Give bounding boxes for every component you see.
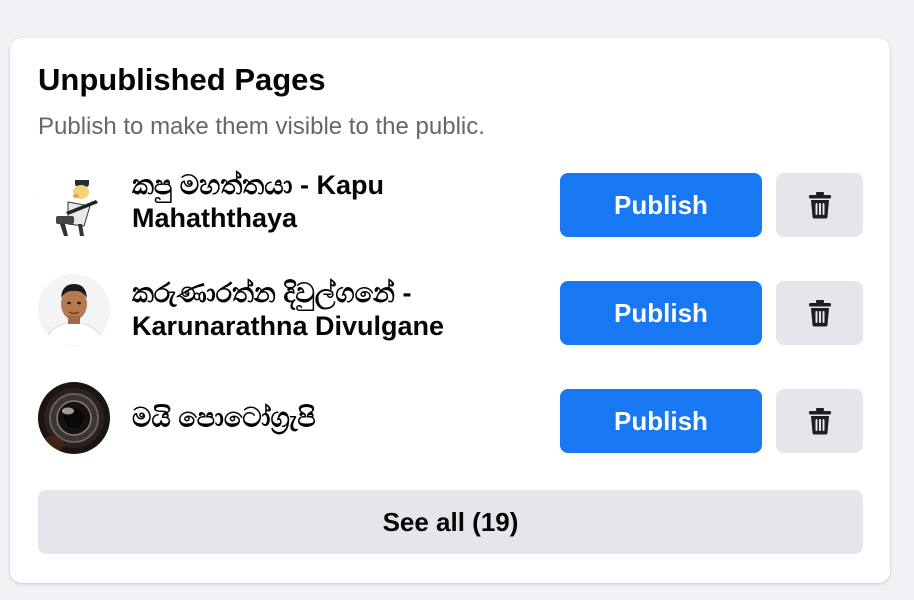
section-title: Unpublished Pages — [38, 62, 326, 97]
camera-lens-avatar-icon — [38, 382, 110, 454]
page-avatar[interactable] — [38, 166, 110, 238]
delete-button[interactable] — [776, 281, 863, 345]
trash-icon — [808, 300, 831, 327]
page-name[interactable]: කපු මහත්තයා - Kapu Mahaththaya — [132, 169, 492, 235]
page-row: මයි පොටෝග්‍රැපි Publish — [38, 382, 864, 454]
person-photo-avatar-icon — [38, 274, 110, 346]
see-all-button[interactable]: See all (19) — [38, 490, 863, 554]
page-name[interactable]: මයි පොටෝග්‍රැපි — [132, 402, 492, 435]
unpublished-pages-card: Unpublished Pages Publish to make them v… — [10, 38, 890, 583]
delete-button[interactable] — [776, 389, 863, 453]
publish-button[interactable]: Publish — [560, 281, 762, 345]
cartoon-character-avatar-icon — [38, 166, 110, 238]
page-row: කරුණාරත්න දිවුල්ගනේ - Karunarathna Divul… — [38, 274, 864, 346]
page-avatar[interactable] — [38, 274, 110, 346]
trash-icon — [808, 192, 831, 219]
page-name[interactable]: කරුණාරත්න දිවුල්ගනේ - Karunarathna Divul… — [132, 277, 512, 343]
section-subtitle: Publish to make them visible to the publ… — [38, 113, 485, 140]
trash-icon — [808, 408, 831, 435]
page-row: කපු මහත්තයා - Kapu Mahaththaya Publish — [38, 166, 864, 238]
publish-button[interactable]: Publish — [560, 389, 762, 453]
page-avatar[interactable] — [38, 382, 110, 454]
delete-button[interactable] — [776, 173, 863, 237]
publish-button[interactable]: Publish — [560, 173, 762, 237]
